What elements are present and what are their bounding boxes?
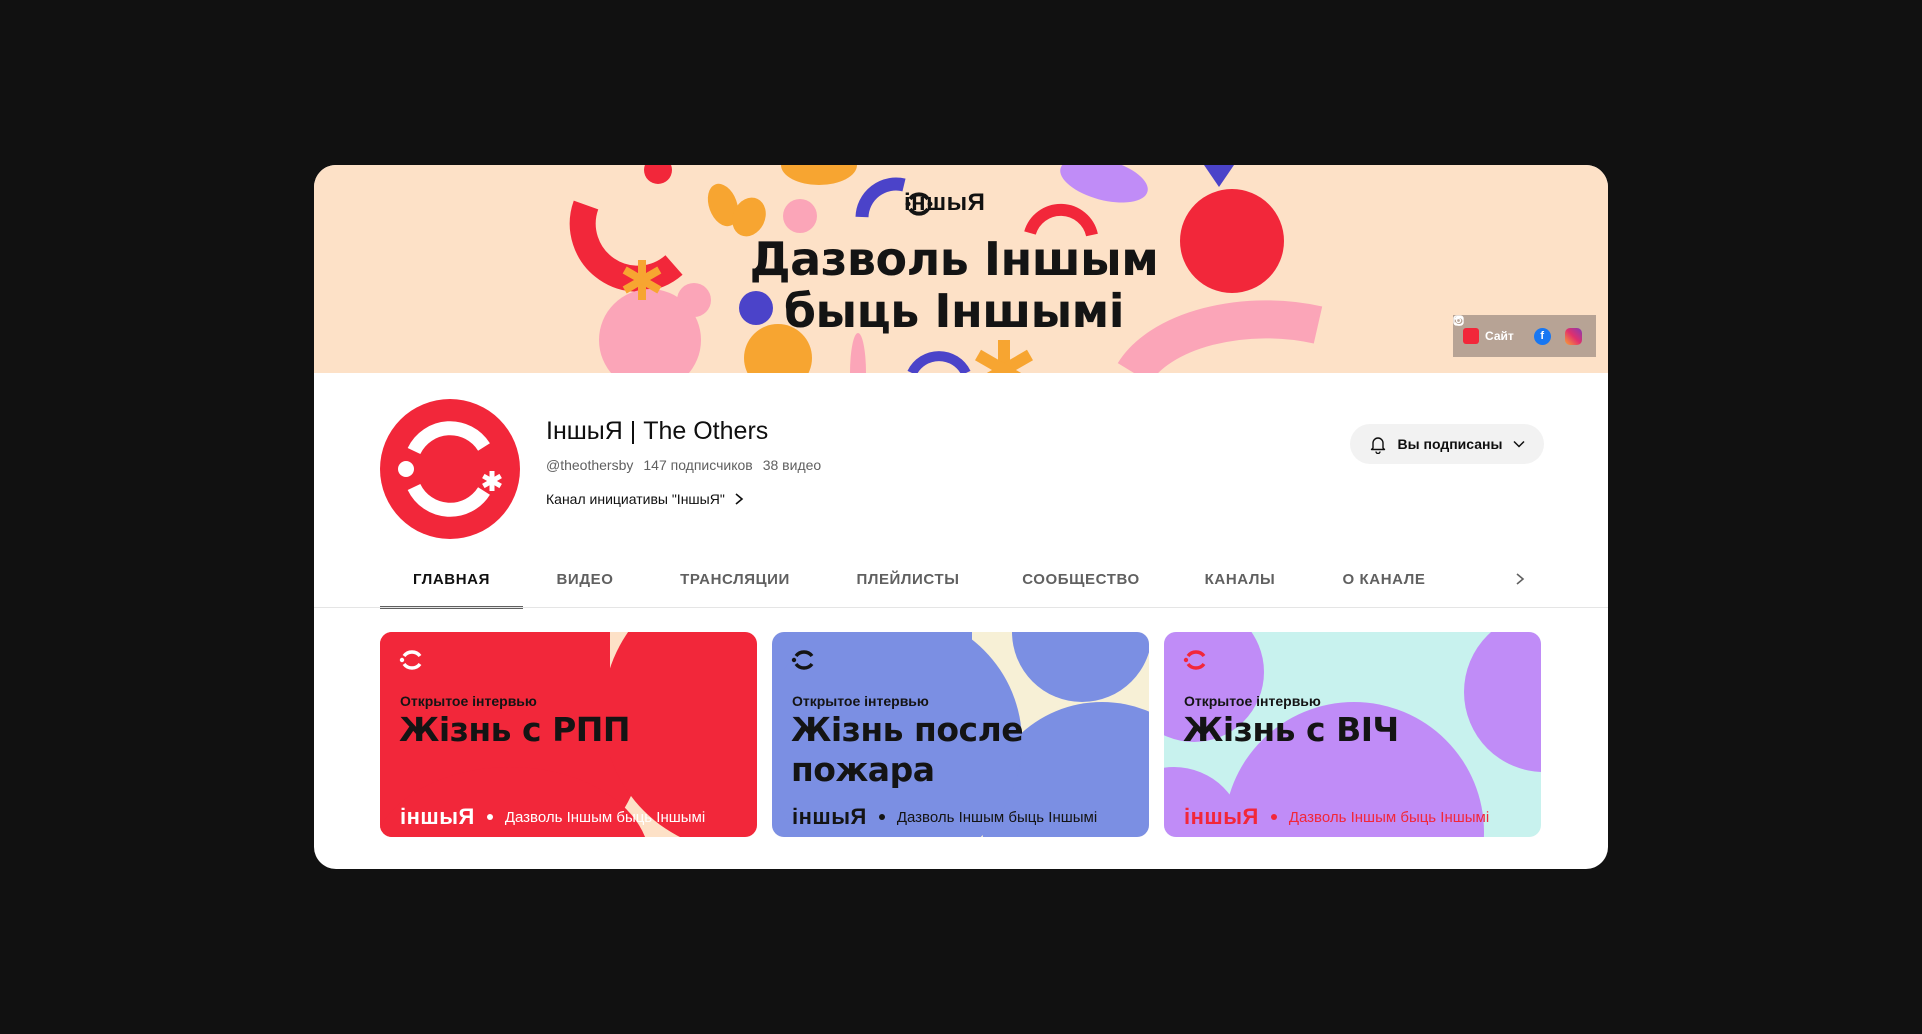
inshya-logo-icon bbox=[398, 421, 502, 517]
tab-community[interactable]: СООБЩЕСТВО bbox=[993, 549, 1169, 609]
channel-page-card: іншыЯ Дазволь Іншым быць Іншымі Сайт f І… bbox=[314, 165, 1608, 869]
tab-home[interactable]: ГЛАВНАЯ bbox=[380, 549, 523, 609]
subscribed-label: Вы подписаны bbox=[1397, 436, 1503, 452]
video-footer: іншыЯ Дазволь Іншым быць Іншымі bbox=[792, 804, 1097, 830]
video-kicker: Открытое інтервью bbox=[792, 693, 929, 709]
banner-links: Сайт f bbox=[1453, 315, 1596, 357]
inshya-logo-icon bbox=[1454, 316, 1479, 344]
tab-playlists[interactable]: ПЛЕЙЛИСТЫ bbox=[823, 549, 993, 609]
channel-banner: іншыЯ Дазволь Іншым быць Іншымі Сайт f bbox=[314, 165, 1608, 373]
tab-channels[interactable]: КАНАЛЫ bbox=[1169, 549, 1311, 609]
banner-slogan: Дазволь Іншым быць Іншымі bbox=[664, 233, 1244, 337]
chevron-down-icon bbox=[1513, 440, 1525, 448]
channel-tabs: ГЛАВНАЯ ВИДЕО ТРАНСЛЯЦИИ ПЛЕЙЛИСТЫ СООБЩ… bbox=[380, 549, 1457, 609]
facebook-icon[interactable]: f bbox=[1533, 327, 1551, 345]
separator-dot bbox=[486, 814, 493, 820]
video-footer: іншыЯ Дазволь Іншым быць Іншымі bbox=[400, 804, 705, 830]
channel-title: ІншыЯ | The Others bbox=[546, 417, 769, 445]
video-footer: іншыЯ Дазволь Іншым быць Іншымі bbox=[1184, 804, 1489, 830]
video-kicker: Открытое інтервью bbox=[1184, 693, 1321, 709]
inshya-logo-icon bbox=[1183, 650, 1206, 670]
channel-handle: @theothersby bbox=[546, 457, 634, 473]
subscribed-button[interactable]: Вы подписаны bbox=[1350, 424, 1544, 464]
tab-videos[interactable]: ВИДЕО bbox=[523, 549, 647, 609]
video-slogan: Дазволь Іншым быць Іншымі bbox=[896, 808, 1098, 826]
tabs-scroll-next-button[interactable] bbox=[1504, 563, 1536, 595]
site-link[interactable]: Сайт bbox=[1454, 316, 1514, 344]
channel-avatar[interactable] bbox=[380, 399, 520, 539]
inshya-logo-icon bbox=[791, 650, 814, 670]
video-kicker: Открытое інтервью bbox=[400, 693, 537, 709]
banner-slogan-line2: быць Іншымі bbox=[783, 284, 1125, 338]
video-title: Жізнь после пожара bbox=[791, 710, 1024, 789]
bell-icon bbox=[1370, 437, 1385, 454]
channel-description[interactable]: Канал инициативы "ІншыЯ" bbox=[546, 491, 745, 507]
video-title: Жізнь с РПП bbox=[399, 710, 631, 749]
tab-about[interactable]: О КАНАЛЕ bbox=[1311, 549, 1457, 609]
video-brand: іншыЯ bbox=[792, 804, 867, 829]
tabs-divider bbox=[314, 607, 1608, 608]
site-link-label: Сайт bbox=[1485, 329, 1514, 343]
channel-meta: @theothersby 147 подписчиков 38 видео bbox=[546, 457, 821, 473]
chevron-right-icon bbox=[1516, 573, 1525, 585]
video-slogan: Дазволь Іншым быць Іншымі bbox=[1288, 808, 1490, 826]
tab-live[interactable]: ТРАНСЛЯЦИИ bbox=[647, 549, 823, 609]
separator-dot bbox=[1270, 814, 1277, 820]
inshya-logo-icon bbox=[905, 192, 933, 216]
banner-brand: іншыЯ bbox=[904, 189, 985, 217]
video-slogan: Дазволь Іншым быць Іншымі bbox=[504, 808, 706, 826]
inshya-logo-icon bbox=[399, 650, 422, 670]
video-title: Жізнь с ВІЧ bbox=[1183, 710, 1399, 749]
video-brand: іншыЯ bbox=[400, 804, 475, 829]
video-thumbnail[interactable]: Открытое інтервью Жізнь с РПП іншыЯ Дазв… bbox=[380, 632, 757, 837]
instagram-icon[interactable] bbox=[1453, 315, 1582, 345]
video-count: 38 видео bbox=[762, 457, 822, 473]
separator-dot bbox=[878, 814, 885, 820]
video-thumbnail[interactable]: Открытое інтервью Жізнь с ВІЧ іншыЯ Дазв… bbox=[1164, 632, 1541, 837]
subscriber-count: 147 подписчиков bbox=[643, 457, 753, 473]
chevron-right-icon bbox=[735, 493, 744, 505]
video-brand: іншыЯ bbox=[1184, 804, 1259, 829]
channel-description-text: Канал инициативы "ІншыЯ" bbox=[546, 491, 725, 507]
banner-slogan-line1: Дазволь Іншым bbox=[749, 232, 1159, 286]
video-thumbnail[interactable]: Открытое інтервью Жізнь после пожара інш… bbox=[772, 632, 1149, 837]
